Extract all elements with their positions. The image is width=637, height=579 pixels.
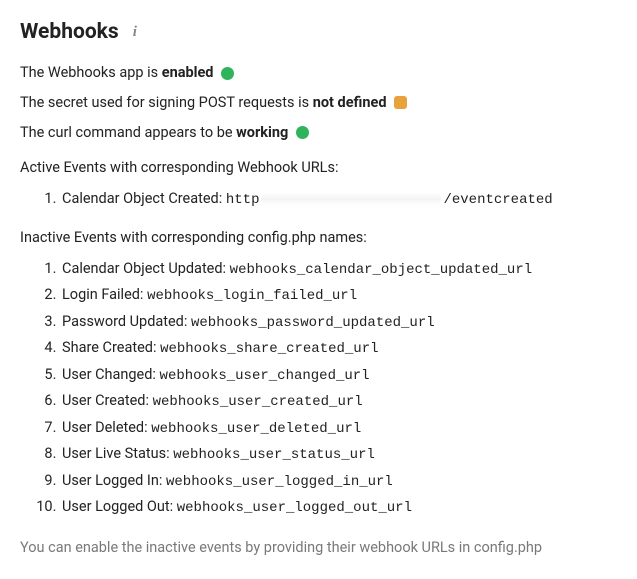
event-label: Calendar Object Updated:: [62, 260, 226, 277]
list-item: User Changed: webhooks_user_changed_url: [60, 362, 617, 389]
active-events-label: Active Events with corresponding Webhook…: [20, 159, 617, 176]
status-secret: The secret used for signing POST request…: [20, 92, 617, 114]
status-dot-green-icon: [296, 126, 309, 139]
list-item: User Created: webhooks_user_created_url: [60, 388, 617, 415]
info-icon[interactable]: i: [133, 24, 137, 41]
config-name: webhooks_user_changed_url: [160, 368, 370, 384]
status-square-amber-icon: [394, 96, 407, 109]
config-name: webhooks_user_status_url: [173, 447, 375, 463]
status-block: The Webhooks app is enabled The secret u…: [20, 62, 617, 143]
event-label: Login Failed:: [62, 286, 143, 303]
redacted-url: [261, 192, 441, 206]
event-label: Calendar Object Created:: [62, 190, 222, 207]
list-item: Calendar Object Created: http/eventcreat…: [60, 186, 617, 213]
event-label: User Live Status:: [62, 445, 170, 462]
inactive-events-label: Inactive Events with corresponding confi…: [20, 229, 617, 246]
status-app: The Webhooks app is enabled: [20, 62, 617, 84]
event-label: Share Created:: [62, 339, 156, 356]
footer-note: You can enable the inactive events by pr…: [20, 539, 617, 556]
list-item: User Live Status: webhooks_user_status_u…: [60, 441, 617, 468]
list-item: Password Updated: webhooks_password_upda…: [60, 309, 617, 336]
config-name: webhooks_share_created_url: [160, 341, 378, 357]
list-item: User Logged Out: webhooks_user_logged_ou…: [60, 494, 617, 521]
status-curl-state: working: [236, 124, 288, 141]
status-dot-green-icon: [221, 67, 234, 80]
config-name: webhooks_user_logged_out_url: [177, 500, 412, 516]
inactive-events-list: Calendar Object Updated: webhooks_calend…: [20, 256, 617, 521]
list-item: Login Failed: webhooks_login_failed_url: [60, 282, 617, 309]
config-name: webhooks_user_logged_in_url: [166, 474, 393, 490]
list-item: User Logged In: webhooks_user_logged_in_…: [60, 468, 617, 495]
status-curl-prefix: The curl command appears to be: [20, 124, 236, 141]
status-secret-state: not defined: [313, 94, 387, 111]
config-name: webhooks_user_created_url: [153, 394, 363, 410]
config-name: webhooks_user_deleted_url: [151, 421, 361, 437]
event-label: User Deleted:: [62, 419, 148, 436]
list-item: Calendar Object Updated: webhooks_calend…: [60, 256, 617, 283]
list-item: Share Created: webhooks_share_created_ur…: [60, 335, 617, 362]
event-label: User Logged In:: [62, 472, 162, 489]
status-app-prefix: The Webhooks app is: [20, 64, 162, 81]
status-secret-prefix: The secret used for signing POST request…: [20, 94, 313, 111]
page-title: Webhooks: [20, 20, 119, 44]
event-url-suffix: /eventcreated: [443, 192, 552, 208]
config-name: webhooks_login_failed_url: [147, 288, 357, 304]
status-app-state: enabled: [162, 64, 214, 81]
event-label: User Logged Out:: [62, 498, 173, 515]
config-name: webhooks_calendar_object_updated_url: [230, 262, 532, 278]
event-label: Password Updated:: [62, 313, 187, 330]
config-name: webhooks_password_updated_url: [191, 315, 435, 331]
event-label: User Created:: [62, 392, 149, 409]
active-events-list: Calendar Object Created: http/eventcreat…: [20, 186, 617, 213]
event-label: User Changed:: [62, 366, 156, 383]
list-item: User Deleted: webhooks_user_deleted_url: [60, 415, 617, 442]
event-url-prefix: http: [226, 192, 260, 208]
status-curl: The curl command appears to be working: [20, 122, 617, 144]
